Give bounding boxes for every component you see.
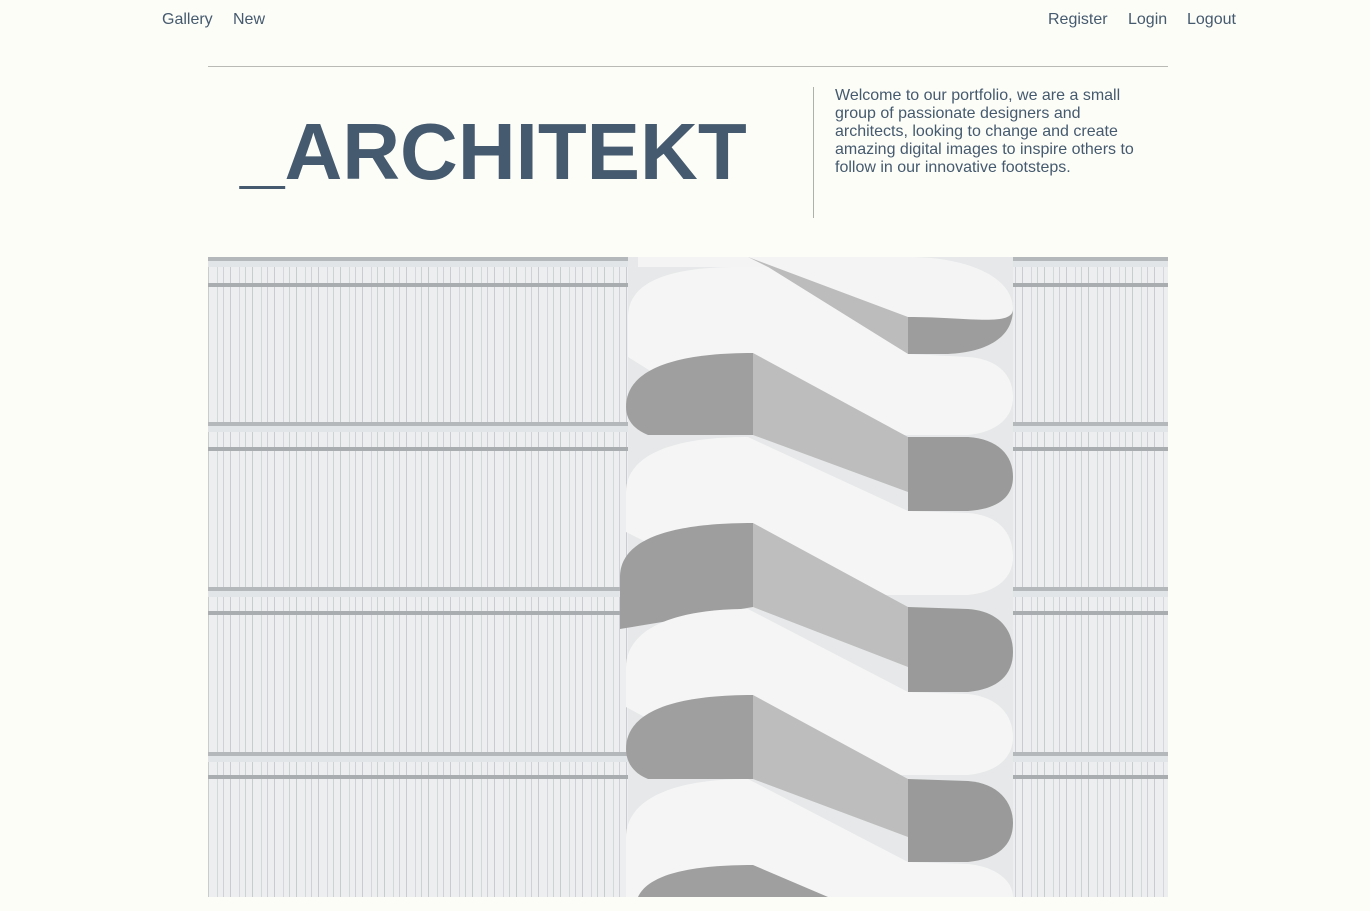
stair-flights bbox=[620, 257, 1013, 897]
nav-link-login[interactable]: Login bbox=[1128, 10, 1167, 30]
nav-link-gallery[interactable]: Gallery bbox=[162, 10, 213, 30]
staircase-illustration bbox=[208, 257, 1168, 897]
top-navigation: Gallery New Register Login Logout bbox=[0, 0, 1370, 40]
brand-title: _ARCHITEKT bbox=[240, 107, 747, 196]
nav-link-new[interactable]: New bbox=[233, 10, 265, 30]
header-divider-line bbox=[208, 66, 1168, 67]
nav-link-register[interactable]: Register bbox=[1048, 10, 1108, 30]
hero-image bbox=[208, 257, 1168, 897]
vertical-divider bbox=[813, 87, 814, 218]
intro-text: Welcome to our portfolio, we are a small… bbox=[835, 87, 1134, 176]
nav-link-logout[interactable]: Logout bbox=[1187, 10, 1236, 30]
